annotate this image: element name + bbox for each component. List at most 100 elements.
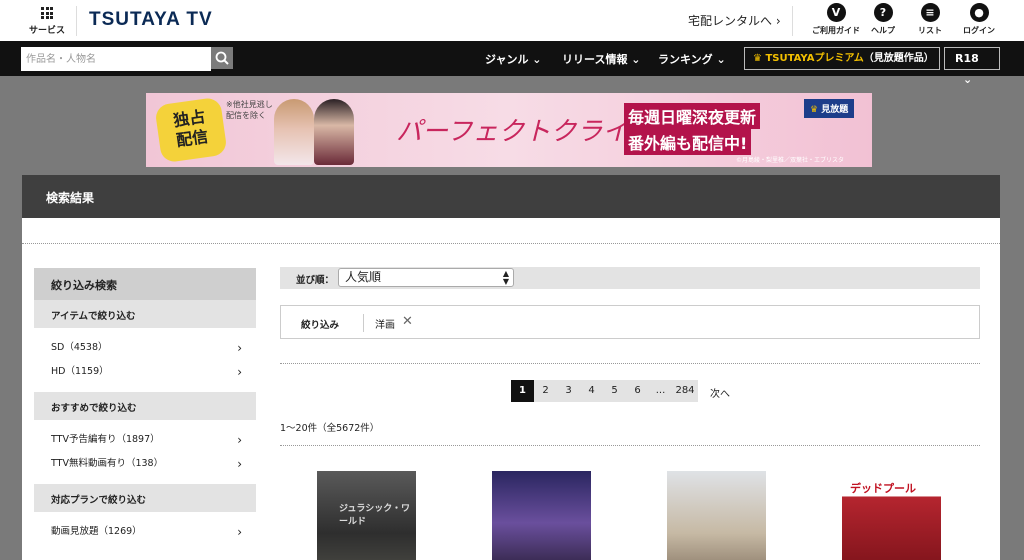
page-1[interactable]: 1 (511, 380, 534, 402)
pagination: 1 2 3 4 5 6 ... 284 (511, 380, 698, 402)
sidebar-section-heading: アイテムで絞り込む (34, 300, 256, 328)
grid-icon (41, 7, 53, 19)
banner-title: パーフェクトクライム (396, 117, 654, 147)
banner-copyright: ©月島綾・梨里椎／双葉社・エブリスタ (736, 157, 845, 164)
chevron-right-icon: › (237, 365, 242, 379)
page-ellipsis: ... (649, 380, 672, 402)
sidebar-title: 絞り込み検索 (34, 268, 256, 300)
list-icon: ≡ (920, 3, 940, 22)
r18-dropdown[interactable]: R18 ⌄ (944, 47, 1000, 86)
chevron-down-icon: ⌄ (532, 53, 542, 66)
poster-title: ジュラシック・ワールド (339, 504, 411, 527)
close-icon[interactable]: ✕ (402, 314, 413, 329)
delivery-rental-link[interactable]: 宅配レンタルへ › (688, 12, 781, 29)
chevron-down-icon: ⌄ (716, 53, 726, 66)
sidebar-item-label: TTV無料動画有り（138） (51, 458, 164, 469)
divider (22, 243, 1000, 244)
v-icon: V (826, 3, 846, 22)
page-6[interactable]: 6 (626, 380, 649, 402)
page-2[interactable]: 2 (534, 380, 557, 402)
sidebar-item-hd[interactable]: HD（1159） › (34, 360, 256, 384)
guide-button[interactable]: V ご利用ガイド (812, 3, 860, 36)
mihodai-badge: ♛ 見放題 (804, 99, 855, 118)
delivery-rental-label: 宅配レンタルへ (688, 14, 773, 28)
divider (280, 445, 980, 446)
list-button[interactable]: ≡ リスト (906, 3, 954, 36)
filter-tag: 洋画 (375, 320, 395, 331)
main-nav: ジャンル ⌄ リリース情報 ⌄ ランキング ⌄ ♛ TSUTAYAプレミアム（見… (0, 41, 1024, 86)
nav-ranking[interactable]: ランキング ⌄ (658, 51, 726, 67)
search-icon (215, 51, 229, 65)
site-logo[interactable]: TSUTAYA TV (89, 9, 213, 31)
movie-poster[interactable] (492, 471, 591, 560)
premium-suffix: （見放題作品） (863, 53, 934, 64)
page-3[interactable]: 3 (557, 380, 580, 402)
nav-ranking-label: ランキング (658, 53, 713, 66)
crown-icon: ♛ (753, 53, 762, 64)
mihodai-label: 見放題 (821, 105, 849, 115)
services-label: サービス (28, 26, 65, 36)
sidebar-item-free-video[interactable]: TTV無料動画有り（138） › (34, 452, 256, 476)
premium-brand: TSUTAYAプレミアム (765, 53, 864, 64)
search-button[interactable] (211, 47, 233, 69)
movie-poster[interactable] (667, 471, 766, 560)
sort-select[interactable]: 人気順 ▲ ▼ (338, 268, 514, 287)
banner-note: ※他社見逃し 配信を除く (226, 99, 273, 121)
chevron-down-icon: ⌄ (963, 73, 973, 86)
sidebar-section-heading: 対応プランで絞り込む (34, 484, 256, 512)
sidebar-item-sd[interactable]: SD（4538） › (34, 336, 256, 360)
nav-release-label: リリース情報 (562, 53, 628, 66)
premium-button[interactable]: ♛ TSUTAYAプレミアム（見放題作品） (744, 47, 940, 70)
sidebar-item-trailer[interactable]: TTV予告編有り（1897） › (34, 428, 256, 452)
crown-icon: ♛ (810, 105, 819, 115)
result-count: 1〜20件（全5672件） (280, 423, 380, 434)
guide-label: ご利用ガイド (812, 26, 860, 35)
sidebar-item-label: HD（1159） (51, 366, 109, 377)
login-button[interactable]: ● ログイン (955, 3, 1003, 36)
active-filters: 絞り込み 洋画 ✕ (280, 305, 980, 339)
sidebar-item-unlimited[interactable]: 動画見放題（1269） › (34, 520, 256, 544)
movie-poster[interactable]: デッドプール (842, 471, 941, 560)
page-5[interactable]: 5 (603, 380, 626, 402)
updown-arrow-icon: ▲ ▼ (502, 269, 509, 286)
promo-banner[interactable]: 独占 配信 ※他社見逃し 配信を除く パーフェクトクライム 毎週日曜深夜更新 番… (146, 93, 872, 167)
chevron-right-icon: › (237, 525, 242, 539)
nav-genre-label: ジャンル (485, 53, 529, 66)
header-divider (76, 6, 77, 36)
filter-sidebar: 絞り込み検索 アイテムで絞り込む SD（4538） › HD（1159） › おすす… (34, 268, 256, 544)
sort-label: 並び順： (296, 275, 335, 286)
nav-genre[interactable]: ジャンル ⌄ (485, 51, 542, 67)
sidebar-item-label: 動画見放題（1269） (51, 526, 142, 537)
help-label: ヘルプ (871, 26, 895, 35)
actor-image (314, 99, 354, 165)
page-284[interactable]: 284 (672, 380, 698, 402)
note-line2: 配信を除く (226, 111, 266, 120)
search-input[interactable] (21, 48, 211, 71)
chevron-down-icon: ⌄ (631, 53, 641, 66)
chevron-right-icon: › (237, 433, 242, 447)
results-heading: 検索結果 (22, 175, 1000, 218)
user-icon: ● (969, 3, 989, 22)
nav-release[interactable]: リリース情報 ⌄ (562, 51, 641, 67)
filter-label: 絞り込み (301, 320, 340, 331)
page-4[interactable]: 4 (580, 380, 603, 402)
help-button[interactable]: ? ヘルプ (859, 3, 907, 36)
search-results-panel: 検索結果 絞り込み検索 アイテムで絞り込む SD（4538） › HD（1159）… (22, 175, 1000, 560)
chevron-right-icon: › (237, 457, 242, 471)
header-divider (792, 6, 793, 36)
list-label: リスト (918, 26, 942, 35)
sidebar-section-heading: おすすめで絞り込む (34, 392, 256, 420)
banner-text-2: 番外編も配信中! (624, 129, 752, 155)
actress-image (274, 99, 314, 165)
sidebar-item-label: TTV予告編有り（1897） (51, 434, 160, 445)
divider (280, 363, 980, 364)
services-menu[interactable]: サービス (28, 5, 66, 36)
movie-poster[interactable]: ジュラシック・ワールド (317, 471, 416, 560)
r18-label: R18 (955, 52, 979, 65)
login-label: ログイン (963, 26, 995, 35)
banner-text-1: 毎週日曜深夜更新 (624, 103, 761, 129)
help-icon: ? (873, 3, 893, 22)
filter-divider (363, 314, 364, 332)
next-page-link[interactable]: 次へ (710, 385, 730, 400)
note-line1: ※他社見逃し (226, 100, 273, 109)
